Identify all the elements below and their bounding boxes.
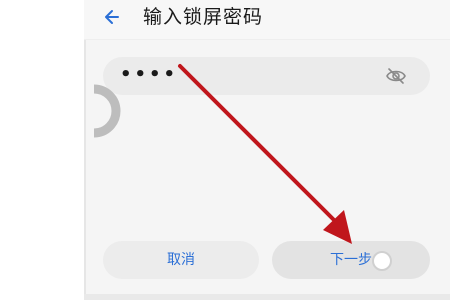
loading-ring-icon — [93, 84, 121, 138]
screen: 输入锁屏密码 •••• 取消 下一步 — [0, 0, 450, 300]
bottom-divider — [84, 294, 450, 300]
password-masked-value: •••• — [120, 64, 179, 85]
page-title: 输入锁屏密码 — [143, 6, 264, 28]
title-bar — [84, 0, 450, 40]
cancel-button-label: 取消 — [167, 252, 195, 268]
tap-indicator-icon — [372, 251, 392, 271]
eye-off-icon[interactable] — [385, 66, 407, 86]
cancel-button[interactable]: 取消 — [103, 241, 259, 279]
next-step-button[interactable]: 下一步 — [272, 241, 430, 279]
arrow-left-icon[interactable] — [100, 4, 126, 30]
next-step-button-label: 下一步 — [330, 252, 372, 268]
